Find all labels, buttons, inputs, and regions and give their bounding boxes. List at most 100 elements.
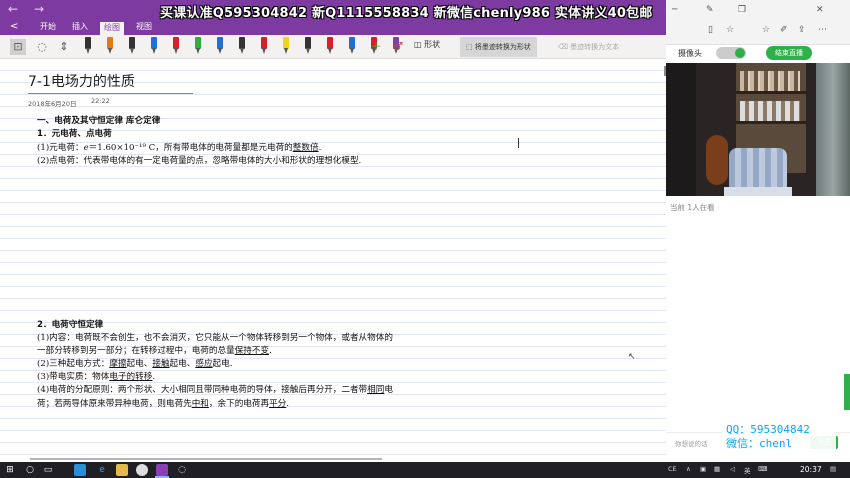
pen-tip <box>152 48 156 54</box>
horizontal-scrollbar[interactable] <box>30 458 382 460</box>
underlined-term: 感应 <box>195 359 213 369</box>
pen-3-icon[interactable] <box>128 37 136 56</box>
keyboard-icon[interactable]: ⌨ <box>758 465 767 473</box>
video-guitar <box>706 135 728 185</box>
draw-ribbon: ⊡ ◌ ⇕ ＋ ♂ ◫ 形状 ⬚ 将墨迹转换为形状 ⌫ 墨迹转换为文本 <box>0 35 666 59</box>
note-line[interactable]: (2)三种起电方式：摩擦起电、接触起电、感应起电. <box>37 357 232 369</box>
app-icon-l[interactable] <box>74 464 86 476</box>
forward-arrow-icon[interactable]: → <box>34 2 44 16</box>
ime-indicator[interactable]: CE <box>668 465 677 473</box>
collapse-icon[interactable]: < <box>10 21 18 32</box>
pen-cap <box>261 37 267 49</box>
pen-9-icon[interactable] <box>260 37 268 56</box>
video-person <box>666 63 696 196</box>
tab-view[interactable]: 视图 <box>132 20 156 35</box>
note-line[interactable]: 一部分转移到另一部分；在转移过程中，电荷的总量保持不变. <box>37 344 272 356</box>
tab-draw[interactable]: 绘图 <box>100 20 124 35</box>
tray-app-icon[interactable]: ▣ <box>700 465 706 473</box>
pen-cap <box>129 37 135 49</box>
note-line[interactable]: 荷；若两导体原来带异种电荷，则电荷先中和，余下的电荷再平分. <box>37 397 289 409</box>
minimize-icon[interactable]: ─ <box>672 5 677 15</box>
line-text: 起电、 <box>126 359 153 369</box>
underlined-term: 中和 <box>191 399 209 409</box>
pen-10-icon[interactable] <box>282 37 290 56</box>
note-line[interactable]: 2．电荷守恒定律 <box>37 318 103 330</box>
video-chair-seat <box>724 187 792 196</box>
network-icon[interactable]: ▦ <box>714 465 720 473</box>
pen-12-icon[interactable] <box>326 37 334 56</box>
camera-toggle[interactable] <box>716 47 746 59</box>
note-line[interactable]: (4)电荷的分配原则：两个形状、大小相同且带同种电荷的导体，接触后再分开，二者带… <box>37 383 393 395</box>
notes-icon[interactable]: ✐ <box>780 25 788 35</box>
line-text: 1．元电荷、点电荷 <box>37 129 112 139</box>
pen-tip <box>196 48 200 54</box>
pen-5-icon[interactable] <box>172 37 180 56</box>
task-view-icon[interactable]: ▭ <box>42 464 54 476</box>
app-icon-circle[interactable]: ◌ <box>176 464 188 476</box>
lasso-icon[interactable]: ◌ <box>34 39 50 55</box>
tray-up-icon[interactable]: ∧ <box>686 465 691 473</box>
text-cursor <box>518 138 519 148</box>
reader-icon[interactable]: ▯ <box>708 25 713 35</box>
edge-icon[interactable]: e <box>96 464 108 476</box>
ink-to-shape-button[interactable]: ⬚ 将墨迹转换为形状 <box>460 37 537 57</box>
lasso-select-icon[interactable]: ⊡ <box>10 39 26 55</box>
note-line[interactable]: 一、电荷及其守恒定律 库仑定律 <box>37 114 160 126</box>
pen-tip <box>284 48 288 54</box>
pen-cap <box>151 37 157 49</box>
pen-cap <box>173 37 179 49</box>
favorite-icon[interactable]: ☆ <box>726 25 734 35</box>
language-indicator[interactable]: 英 <box>744 465 751 475</box>
file-explorer-icon[interactable] <box>116 464 128 476</box>
volume-icon[interactable]: ◁ <box>730 465 735 473</box>
shapes-label: 形状 <box>424 40 441 49</box>
note-line[interactable]: (2)点电荷：代表带电体的有一定电荷量的点，忽略带电体的大小和形状的理想化模型. <box>37 154 361 166</box>
tab-insert[interactable]: 插入 <box>68 20 92 35</box>
pen-tip <box>306 48 310 54</box>
end-live-button[interactable]: 结束直播 <box>766 46 812 60</box>
more-icon[interactable]: ⋯ <box>818 25 827 35</box>
note-line[interactable]: (1)内容：电荷既不会创生，也不会消灭，它只能从一个物体转移到另一个物体，或者从… <box>37 331 393 343</box>
underlined-term: 接触 <box>152 359 170 369</box>
pen-cap <box>327 37 333 49</box>
pen-13-icon[interactable] <box>348 37 356 56</box>
pen-cap <box>195 37 201 49</box>
onenote-icon[interactable] <box>156 464 168 476</box>
pen-8-icon[interactable] <box>238 37 246 56</box>
favorites-icon[interactable]: ☆ <box>762 25 770 35</box>
pen-icon[interactable]: ✎ <box>706 5 714 15</box>
ink-to-text-button[interactable]: ⌫ 墨迹转换为文本 <box>552 37 625 57</box>
add-pen-icon[interactable]: ＋ <box>368 39 384 55</box>
note-line[interactable]: (1)元电荷：e＝1.60×10⁻¹⁹ C，所有带电体的电荷量都是元电荷的整数倍… <box>37 141 321 153</box>
share-icon[interactable]: ⇪ <box>798 25 806 35</box>
add-space-icon[interactable]: ⇕ <box>56 39 72 55</box>
line-text: 电 <box>384 385 393 395</box>
camera-video <box>666 63 850 196</box>
page-time: 22:22 <box>91 97 110 105</box>
pen-7-icon[interactable] <box>216 37 224 56</box>
shapes-button[interactable]: ◫ 形状 <box>414 39 440 50</box>
chat-scrollbar[interactable] <box>844 374 850 410</box>
notification-icon[interactable]: ▤ <box>830 465 836 473</box>
restore-icon[interactable]: ❐ <box>738 5 746 15</box>
title-underline <box>28 93 193 94</box>
page-title[interactable]: 7-1电场力的性质 <box>28 71 135 91</box>
close-icon[interactable]: ✕ <box>816 5 824 15</box>
taskbar: ⊞ ○ ▭ e ◌ CE ∧ ▣ ▦ ◁ 英 ⌨ 20:37 ▤ <box>0 462 850 478</box>
mouse-pointer-icon: ↖ <box>628 352 636 362</box>
clock[interactable]: 20:37 <box>800 465 822 474</box>
pen-6-icon[interactable] <box>194 37 202 56</box>
note-line[interactable]: 1．元电荷、点电荷 <box>37 127 112 139</box>
search-icon[interactable]: ○ <box>24 464 36 476</box>
pen-4-icon[interactable] <box>150 37 158 56</box>
media-icon[interactable] <box>136 464 148 476</box>
tab-home[interactable]: 开始 <box>36 20 60 35</box>
pen-1-icon[interactable] <box>84 37 92 56</box>
windows-start-icon[interactable]: ⊞ <box>4 464 16 476</box>
ruler-icon[interactable]: ♂ <box>390 39 406 55</box>
back-arrow-icon[interactable]: ← <box>8 2 18 16</box>
pen-11-icon[interactable] <box>304 37 312 56</box>
pen-cap <box>349 37 355 49</box>
pen-2-icon[interactable] <box>106 37 114 56</box>
note-line[interactable]: (3)带电实质：物体电子的转移. <box>37 370 155 382</box>
